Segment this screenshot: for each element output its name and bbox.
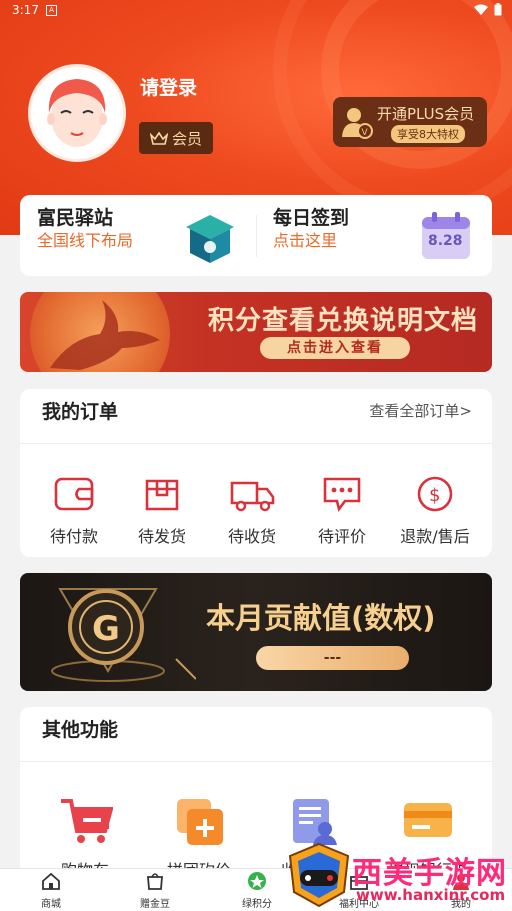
- contribution-title: 本月贡献值(数权): [206, 601, 436, 635]
- wifi-icon: [474, 4, 488, 15]
- cart-icon: [61, 799, 114, 843]
- tab-label: 商城: [41, 899, 61, 910]
- calendar-icon: 8.28: [420, 211, 472, 261]
- view-all-orders-link[interactable]: 查看全部订单>: [369, 400, 472, 421]
- signin-title: 每日签到: [273, 207, 350, 229]
- order-pending-receipt[interactable]: 待收货: [214, 475, 290, 547]
- avatar[interactable]: [28, 64, 126, 162]
- plus-title: 开通PLUS会员: [377, 105, 475, 123]
- sim-icon: A: [46, 5, 57, 16]
- bank-card-icon: [404, 803, 452, 837]
- signin-subtitle: 点击这里: [273, 231, 338, 250]
- points-banner-title: 积分查看兑换说明文档: [208, 306, 479, 336]
- g-logo-icon: [51, 588, 196, 682]
- daily-signin-entry[interactable]: 每日签到 点击这里 8.28: [256, 195, 492, 276]
- member-label: 会员: [171, 129, 202, 148]
- address-icon: [293, 799, 337, 845]
- order-pending-payment[interactable]: 待付款: [36, 475, 112, 547]
- tab-gift-beans[interactable]: 赠金豆: [120, 871, 190, 910]
- station-entry[interactable]: 富民驿站 全国线下布局: [20, 195, 256, 276]
- home-icon: [42, 872, 60, 890]
- plus-subtitle: 享受8大特权: [391, 125, 465, 143]
- station-building-icon: [186, 215, 234, 263]
- watermark: 西美手游网 www.hanxinr.com: [286, 842, 512, 910]
- status-bar: 3:17 A: [0, 0, 512, 22]
- contribution-value: ---: [256, 646, 409, 670]
- other-title: 其他功能: [42, 719, 119, 741]
- order-pending-review[interactable]: 待评价: [304, 475, 380, 547]
- tab-mall[interactable]: 商城: [16, 871, 86, 910]
- battery-icon: [494, 3, 502, 16]
- g-logo-letter: G: [92, 609, 120, 649]
- order-label: 待付款: [49, 527, 98, 546]
- box-icon: [145, 479, 179, 511]
- points-banner-button[interactable]: 点击进入查看: [260, 337, 410, 359]
- order-refund[interactable]: $ 退款/售后: [390, 475, 480, 547]
- order-pending-shipment[interactable]: 待发货: [124, 475, 200, 547]
- group-buy-icon: [177, 799, 223, 845]
- member-badge[interactable]: 会员: [139, 122, 213, 154]
- wallet-icon: [54, 477, 94, 511]
- watermark-gamepad-logo: [288, 842, 350, 908]
- calendar-date: 8.28: [428, 233, 463, 249]
- order-label: 退款/售后: [400, 527, 470, 546]
- order-label: 待收货: [227, 527, 276, 546]
- points-guide-banner[interactable]: 积分查看兑换说明文档 点击进入查看: [20, 292, 492, 372]
- svg-text:V: V: [362, 128, 369, 138]
- rabbit-silhouette-icon: [50, 300, 160, 370]
- avatar-face-icon: [31, 67, 123, 159]
- tab-green-points[interactable]: 绿积分: [222, 871, 292, 910]
- orders-title: 我的订单: [42, 401, 119, 423]
- crown-icon: [149, 131, 168, 145]
- watermark-url: www.hanxinr.com: [356, 886, 506, 904]
- plus-membership-button[interactable]: V 开通PLUS会员 享受8大特权: [333, 97, 487, 147]
- login-link[interactable]: 请登录: [140, 73, 197, 100]
- green-points-icon: [248, 872, 266, 890]
- vip-user-icon: V: [342, 108, 373, 139]
- contribution-banner[interactable]: G 本月贡献值(数权) ---: [20, 573, 492, 691]
- bag-icon: [147, 873, 163, 890]
- order-label: 待发货: [137, 527, 186, 546]
- svg-text:$: $: [429, 485, 440, 506]
- tab-label: 绿积分: [242, 899, 272, 910]
- status-time: 3:17: [12, 3, 39, 17]
- comment-icon: [323, 477, 361, 512]
- station-title: 富民驿站: [37, 207, 114, 229]
- my-orders-card: 我的订单 查看全部订单> 待付款 待发货 待收货 待评价 $ 退款/售后: [20, 389, 492, 557]
- station-subtitle: 全国线下布局: [37, 231, 134, 250]
- truck-icon: [230, 481, 275, 512]
- tab-label: 赠金豆: [140, 899, 170, 910]
- refund-icon: $: [417, 476, 453, 512]
- quick-actions-card: 富民驿站 全国线下布局 每日签到 点击这里 8.28: [20, 195, 492, 276]
- order-label: 待评价: [317, 527, 366, 546]
